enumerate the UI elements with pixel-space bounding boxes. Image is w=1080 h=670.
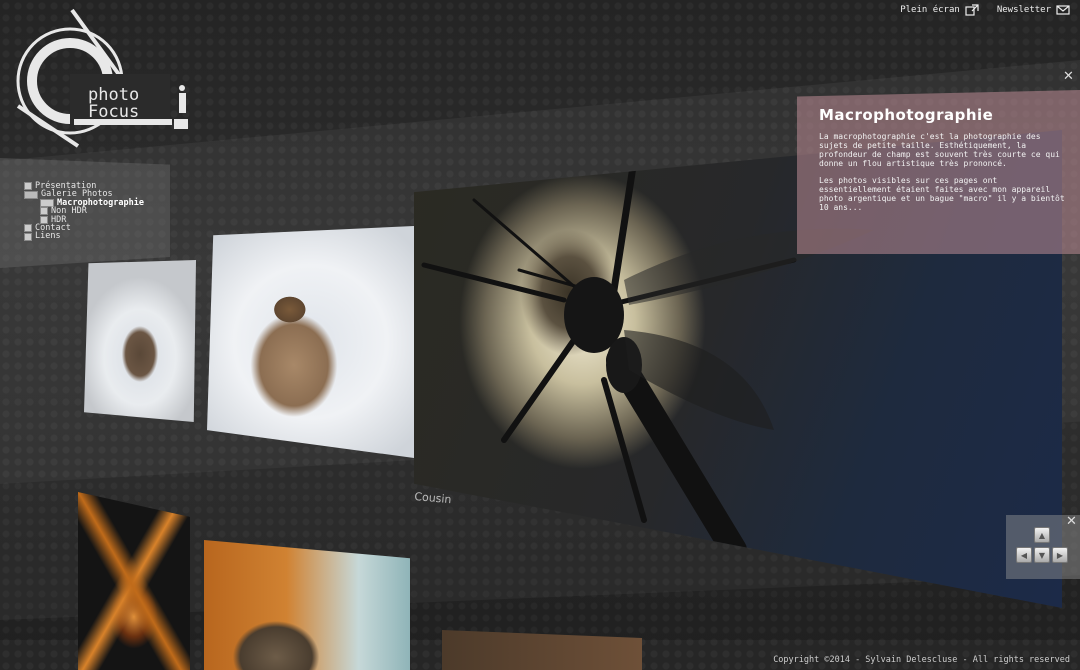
newsletter-label: Newsletter [996, 5, 1051, 15]
arrow-up-icon[interactable]: ▲ [1034, 527, 1050, 543]
gallery-photo-orange[interactable] [78, 492, 190, 670]
bullet-icon [40, 207, 48, 216]
external-window-icon [965, 4, 979, 16]
logo-graphic: photo Focus [16, 8, 188, 148]
menu-item-macrophotographie[interactable]: Macrophotographie [24, 198, 170, 207]
info-panel: Macrophotographie La macrophotographie c… [797, 90, 1080, 254]
envelope-icon [1056, 5, 1070, 15]
bullet-icon [24, 232, 32, 241]
site-logo[interactable]: photo Focus [8, 6, 193, 151]
arrow-left-icon[interactable]: ◀ [1016, 547, 1032, 563]
bullet-icon [24, 224, 32, 233]
nav-close-icon[interactable]: ✕ [1066, 515, 1077, 528]
main-menu: Présentation Galerie Photos Macrophotogr… [0, 158, 170, 268]
info-paragraph-2: Les photos visibles sur ces pages ont es… [819, 176, 1065, 212]
footer-copyright: Copyright ©2014 - Sylvain Delescluse - A… [773, 655, 1070, 665]
fullscreen-link[interactable]: Plein écran [900, 4, 979, 16]
newsletter-link[interactable]: Newsletter [997, 4, 1070, 16]
arrow-down-icon[interactable]: ▼ [1034, 547, 1050, 563]
info-close-icon[interactable]: ✕ [1063, 70, 1074, 83]
fullscreen-label: Plein écran [900, 5, 960, 15]
info-title: Macrophotographie [819, 106, 994, 124]
gallery-photo-sparrow[interactable] [207, 226, 414, 458]
arrow-right-icon[interactable]: ▶ [1052, 547, 1068, 563]
bullet-icon [24, 182, 32, 191]
top-links: Plein écran Newsletter [900, 4, 1070, 16]
bullet-icon [24, 190, 38, 199]
menu-item-liens[interactable]: Liens [24, 232, 170, 241]
gallery-photo-sparrow-small[interactable] [84, 260, 196, 422]
gallery-photo-bird-orange[interactable] [204, 540, 410, 670]
info-paragraph-1: La macrophotographie c'est la photograph… [819, 132, 1060, 168]
menu-item-non-hdr[interactable]: Non HDR [24, 207, 170, 216]
